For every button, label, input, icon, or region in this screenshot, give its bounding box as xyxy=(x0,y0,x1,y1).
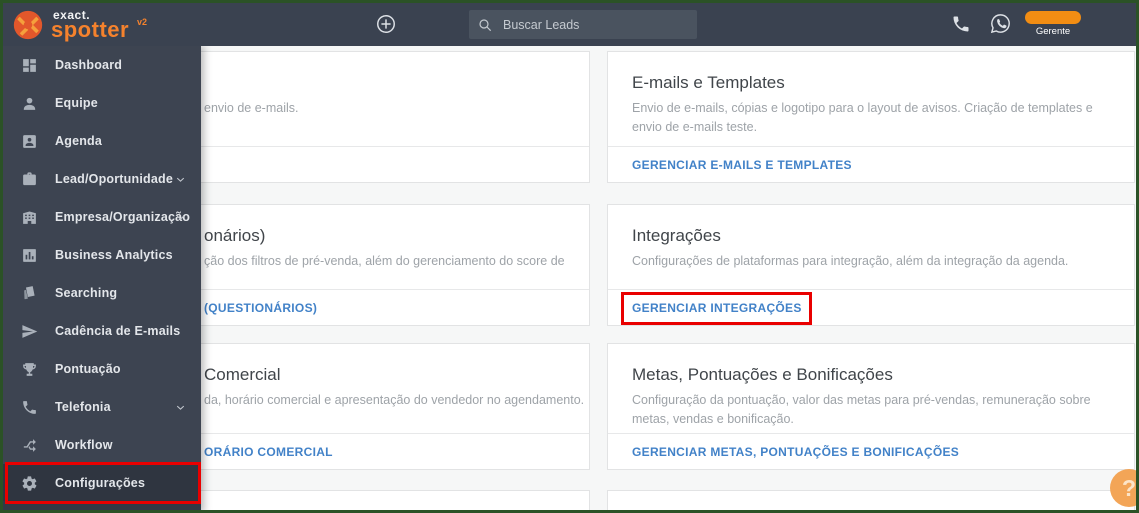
settings-card-comercial: Comercial da, horário comercial e apresen… xyxy=(201,343,590,470)
card-actions-row: GERENCIAR INTEGRAÇÕES xyxy=(608,289,1134,325)
logo-version: v2 xyxy=(137,17,148,27)
settings-card-metas-pontuacoes-e-bonificacoes: Metas, Pontuações e Bonificações Configur… xyxy=(607,343,1135,470)
calendar-person-icon xyxy=(23,134,36,148)
settings-card-e-mails-e-templates: E-mails e Templates Envio de e-mails, cóp… xyxy=(607,51,1135,183)
card-body: Integrações Configurações de plataformas … xyxy=(608,205,1134,271)
sidebar-item-label: Dashboard xyxy=(55,58,123,72)
card-description: da, horário comercial e apresentação do … xyxy=(204,393,585,407)
sidebar-item-empresa-organizacao[interactable]: Empresa/Organização xyxy=(3,198,201,236)
sidebar-item-label: Equipe xyxy=(55,96,98,110)
top-bar: exact. spotter v2 Gerente xyxy=(3,3,1136,46)
card-body: envio de e-mails. xyxy=(201,52,589,118)
annotation-red-box xyxy=(621,291,812,325)
card-description: envio de e-mails. xyxy=(204,101,299,115)
settings-card-left-3 xyxy=(201,490,590,510)
card-description: Envio de e-mails, cópias e logotipo para… xyxy=(632,101,1093,134)
search-leads-box[interactable] xyxy=(469,10,697,39)
card-title xyxy=(204,72,565,93)
settings-card-integracoes: Integrações Configurações de plataformas … xyxy=(607,204,1135,326)
sidebar-item-pontuacao[interactable]: Pontuação xyxy=(3,350,201,388)
navigation-sidebar: Dashboard Equipe Agenda Lead/Oportunidade Em… xyxy=(3,46,201,510)
sidebar-item-label: Cadência de E-mails xyxy=(55,324,181,338)
card-body xyxy=(201,491,589,510)
card-manage-link[interactable]: ORÁRIO COMERCIAL xyxy=(204,445,333,459)
dashboard-icon xyxy=(23,58,36,72)
card-actions-row: ORÁRIO COMERCIAL xyxy=(201,433,589,469)
sidebar-item-label: Agenda xyxy=(55,134,103,148)
chevron-down-icon xyxy=(176,177,185,182)
sidebar-footer-strip xyxy=(3,501,201,510)
sidebar-item-dashboard[interactable]: Dashboard xyxy=(3,46,201,84)
chevron-down-icon xyxy=(176,405,185,410)
sidebar-item-searching[interactable]: Searching xyxy=(3,274,201,312)
person-icon xyxy=(23,97,36,110)
card-body: Distribuição de leads xyxy=(608,491,1134,510)
add-plus-icon[interactable] xyxy=(375,13,397,35)
chart-icon xyxy=(23,248,36,262)
trophy-icon xyxy=(23,362,36,376)
sidebar-item-configuracoes[interactable]: Configurações xyxy=(3,462,201,504)
search-icon xyxy=(479,18,492,31)
card-manage-link[interactable]: GERENCIAR METAS, PONTUAÇÕES E BONIFICAÇÕ… xyxy=(632,445,959,459)
sidebar-item-label: Business Analytics xyxy=(55,248,173,262)
building-icon xyxy=(23,210,36,224)
card-manage-link[interactable]: GERENCIAR INTEGRAÇÕES xyxy=(621,291,812,325)
app-window: exact. spotter v2 Gerente xyxy=(0,0,1139,513)
card-body: Metas, Pontuações e Bonificações Configur… xyxy=(608,344,1134,429)
sidebar-item-label: Lead/Oportunidade xyxy=(55,172,173,186)
card-description: Configuração da pontuação, valor das met… xyxy=(632,393,1091,426)
card-title: E-mails e Templates xyxy=(632,73,785,92)
card-title: onários) xyxy=(204,226,266,245)
settings-card-left-0: envio de e-mails. xyxy=(201,51,590,183)
card-body: Comercial da, horário comercial e apresen… xyxy=(201,344,589,410)
user-role-label: Gerente xyxy=(1035,26,1071,37)
user-name-redacted xyxy=(1025,11,1081,24)
sidebar-item-label: Empresa/Organização xyxy=(55,210,191,224)
card-actions-row xyxy=(201,146,589,182)
sidebar-item-label: Workflow xyxy=(55,438,113,452)
user-profile[interactable]: Gerente xyxy=(1021,8,1085,44)
phone-icon[interactable] xyxy=(951,14,971,34)
sidebar-item-agenda[interactable]: Agenda xyxy=(3,122,201,160)
exact-spotter-logo[interactable]: exact. spotter v2 xyxy=(9,5,199,45)
workflow-icon xyxy=(23,438,36,452)
sidebar-item-lead-oportunidade[interactable]: Lead/Oportunidade xyxy=(3,160,201,198)
sidebar-item-label: Pontuação xyxy=(55,362,121,376)
card-body: E-mails e Templates Envio de e-mails, cóp… xyxy=(608,52,1134,137)
card-body: onários) ção dos filtros de pré-venda, al… xyxy=(201,205,589,271)
card-title: Integrações xyxy=(632,226,721,245)
sidebar-item-equipe[interactable]: Equipe xyxy=(3,84,201,122)
chevron-down-icon xyxy=(176,215,185,220)
card-manage-link[interactable]: GERENCIAR E-MAILS E TEMPLATES xyxy=(632,158,852,172)
card-actions-row: GERENCIAR METAS, PONTUAÇÕES E BONIFICAÇÕ… xyxy=(608,433,1134,469)
phone-icon xyxy=(23,400,36,414)
sidebar-item-workflow[interactable]: Workflow xyxy=(3,426,201,464)
sidebar-item-telefonia[interactable]: Telefonia xyxy=(3,388,201,426)
card-actions-row: (QUESTIONÁRIOS) xyxy=(201,289,589,325)
searching-icon xyxy=(24,285,35,299)
settings-card-distribuicao-de-leads: Distribuição de leads xyxy=(607,490,1135,510)
card-title: Metas, Pontuações e Bonificações xyxy=(632,365,893,384)
settings-card-onarios: onários) ção dos filtros de pré-venda, al… xyxy=(201,204,590,326)
whatsapp-icon[interactable] xyxy=(989,12,1012,35)
card-description: ção dos filtros de pré-venda, além do ge… xyxy=(204,254,565,268)
sidebar-item-label: Configurações xyxy=(55,476,146,490)
card-actions-row: GERENCIAR E-MAILS E TEMPLATES xyxy=(608,146,1134,182)
sidebar-item-cadencia-de-e-mails[interactable]: Cadência de E-mails xyxy=(3,312,201,350)
sidebar-item-label: Telefonia xyxy=(55,400,111,414)
sidebar-item-business-analytics[interactable]: Business Analytics xyxy=(3,236,201,274)
card-description: Configurações de plataformas para integr… xyxy=(632,254,1069,268)
card-manage-link[interactable]: (QUESTIONÁRIOS) xyxy=(204,301,317,315)
logo-text-spotter: spotter xyxy=(51,17,130,42)
briefcase-icon xyxy=(23,171,36,185)
gear-icon xyxy=(22,475,37,491)
send-icon xyxy=(22,324,38,338)
spotter-logo-icon xyxy=(13,10,43,40)
sidebar-item-label: Searching xyxy=(55,286,118,300)
search-input[interactable] xyxy=(503,17,683,32)
card-title: Comercial xyxy=(204,365,281,384)
